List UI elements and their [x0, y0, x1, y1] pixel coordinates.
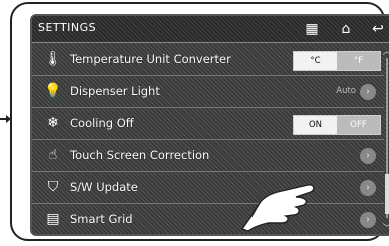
settings-screen: SETTINGS ▦ ⌂ ↩ 🌡 Temperature Unit Conver…	[30, 14, 389, 236]
fahrenheit-option[interactable]: °F	[337, 52, 380, 70]
chevron-right-icon[interactable]: ›	[360, 180, 376, 196]
device-frame: SETTINGS ▦ ⌂ ↩ 🌡 Temperature Unit Conver…	[10, 2, 389, 241]
scroll-down-icon[interactable]: ﹀	[382, 221, 389, 234]
fan-icon: ❄	[47, 115, 59, 131]
cooling-off-option[interactable]: OFF	[337, 116, 380, 134]
cooling-off-label: Cooling Off	[70, 116, 134, 130]
list-item-sw-update[interactable]: ⛉ S/W Update ›	[32, 172, 384, 204]
cooling-on-option[interactable]: ON	[294, 116, 337, 134]
list-item-smart-grid[interactable]: ▤ Smart Grid ›	[32, 204, 384, 234]
lightbulb-icon: 💡	[44, 83, 62, 99]
temperature-unit-toggle[interactable]: °C °F	[293, 51, 381, 71]
home-icon[interactable]: ⌂	[336, 19, 356, 39]
page-title: SETTINGS	[38, 21, 97, 34]
scroll-thumb[interactable]	[385, 174, 389, 214]
chevron-right-icon[interactable]: ›	[360, 212, 376, 228]
dispenser-light-value: Auto	[336, 86, 356, 96]
touch-hand-icon: ☝	[48, 147, 58, 163]
cooling-off-toggle[interactable]: ON OFF	[293, 115, 381, 135]
list-item-cooling-off[interactable]: ❄ Cooling Off ON OFF	[32, 108, 384, 140]
scrollbar[interactable]: ︿ ﹀	[382, 44, 389, 234]
hand-pointer-icon	[240, 184, 315, 232]
celsius-option[interactable]: °C	[294, 52, 337, 70]
smart-grid-label: Smart Grid	[70, 212, 133, 226]
list-item-dispenser-light[interactable]: 💡 Dispenser Light Auto ›	[32, 76, 384, 108]
sw-update-label: S/W Update	[70, 180, 138, 194]
scroll-up-icon[interactable]: ︿	[382, 44, 389, 57]
list-item-touch-screen-correction[interactable]: ☝ Touch Screen Correction ›	[32, 140, 384, 172]
thermometer-icon: 🌡	[44, 51, 62, 67]
chevron-right-icon[interactable]: ›	[360, 84, 376, 100]
list-item-temperature-unit[interactable]: 🌡 Temperature Unit Converter °C °F	[32, 44, 384, 76]
touch-screen-correction-label: Touch Screen Correction	[70, 148, 210, 162]
pointer-arrow	[0, 115, 11, 123]
shield-update-icon: ⛉	[47, 179, 59, 195]
dispenser-light-label: Dispenser Light	[70, 84, 160, 98]
back-icon[interactable]: ↩	[368, 19, 388, 39]
settings-header: SETTINGS ▦ ⌂ ↩	[32, 16, 389, 43]
temperature-label: Temperature Unit Converter	[70, 52, 231, 66]
chevron-right-icon[interactable]: ›	[360, 148, 376, 164]
smart-grid-icon: ▤	[46, 211, 60, 227]
grid-settings-icon[interactable]: ▦	[302, 19, 322, 39]
